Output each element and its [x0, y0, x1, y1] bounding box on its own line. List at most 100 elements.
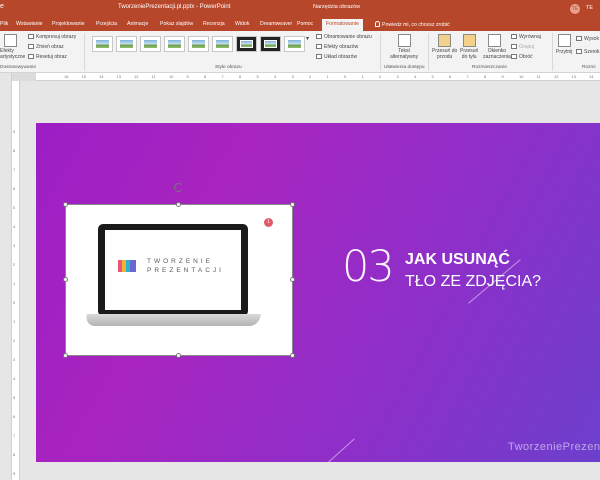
separator	[84, 33, 85, 71]
tab-insert[interactable]: Wstawianie	[16, 21, 43, 27]
slide-heading-line2[interactable]: TŁO ZE ZDJĘCIA?	[405, 274, 541, 290]
ruler-tick-label: 3	[396, 74, 399, 79]
tab-help[interactable]: Pomoc	[297, 21, 313, 27]
compress-pictures-button[interactable]: Kompresuj obrazy	[28, 34, 76, 40]
rotate-handle-icon[interactable]	[174, 183, 183, 192]
artistic-effects-button[interactable]: Efekty artystyczne	[0, 48, 25, 60]
align-button[interactable]: Wyrównaj	[511, 34, 541, 40]
bring-forward-button[interactable]: Przesuń do przodu	[432, 48, 457, 60]
user-avatar[interactable]: TE	[570, 4, 580, 14]
send-backward-button[interactable]: Przesuń do tyłu	[460, 48, 478, 60]
ruler-tick-label: 2	[379, 74, 382, 79]
picture-border-button[interactable]: Obramowanie obrazu	[316, 34, 372, 40]
artistic-effects-icon	[4, 34, 17, 47]
align-label: Wyrównaj	[519, 34, 541, 40]
selection-pane-button[interactable]: Okienko zaznaczenia	[483, 48, 511, 60]
height-field[interactable]: Wysok	[576, 36, 599, 42]
ruler-tick-label: 4	[13, 376, 16, 381]
resize-handle-ne[interactable]	[290, 202, 295, 207]
width-field[interactable]: Szerok	[576, 49, 600, 55]
tab-review[interactable]: Recenzja	[203, 21, 225, 27]
group-button[interactable]: Grupuj	[511, 44, 534, 50]
ruler-tick-label: 7	[466, 74, 469, 79]
ruler-margin	[12, 73, 36, 81]
resize-handle-s[interactable]	[176, 353, 181, 358]
ruler-tick-label: 9	[13, 129, 16, 134]
crop-button[interactable]: Przytnij	[556, 49, 572, 55]
reset-picture-button[interactable]: Resetuj obraz	[28, 54, 67, 60]
tab-view[interactable]: Widok	[235, 21, 249, 27]
ruler-tick-label: 3	[291, 74, 294, 79]
style-preview	[120, 40, 133, 48]
resize-handle-se[interactable]	[290, 353, 295, 358]
ruler-tick-label: 4	[274, 74, 277, 79]
resize-handle-e[interactable]	[290, 277, 295, 282]
tab-transitions[interactable]: Przejścia	[96, 21, 117, 27]
picture-border-icon	[316, 34, 322, 39]
tab-format[interactable]: Formatowanie	[322, 19, 363, 31]
send-backward-icon	[463, 34, 476, 47]
tab-design[interactable]: Projektowanie	[52, 21, 85, 27]
section-number[interactable]: 03	[342, 246, 395, 289]
quick-access-icon[interactable]: e	[0, 3, 4, 10]
brand-watermark: TworzeniePrezen	[508, 441, 600, 453]
tab-animations[interactable]: Animacje	[127, 21, 148, 27]
laptop-base	[85, 314, 261, 326]
resize-handle-nw[interactable]	[63, 202, 68, 207]
separator	[380, 33, 381, 71]
ruler-tick-label: 16	[64, 74, 69, 79]
picture-style-6[interactable]	[212, 36, 233, 52]
ruler-tick-label: 14	[589, 74, 594, 79]
rotate-button[interactable]: Obróć	[511, 54, 533, 60]
picture-style-2[interactable]	[116, 36, 137, 52]
ruler-tick-label: 5	[13, 395, 16, 400]
title-bar: e TworzeniePrezentacji.pl.pptx - PowerPo…	[0, 0, 600, 19]
picture-effects-icon	[316, 44, 322, 49]
picture-style-1[interactable]	[92, 36, 113, 52]
bring-forward-icon	[438, 34, 451, 47]
picture-style-3[interactable]	[140, 36, 161, 52]
ruler-tick-label: 11	[536, 74, 541, 79]
slide-thumbnail-pane[interactable]	[0, 73, 12, 480]
slide-heading-line1[interactable]: JAK USUNĄĆ	[405, 252, 510, 268]
canvas-bottom-area	[20, 462, 600, 480]
alt-text-icon	[398, 34, 411, 47]
ruler-tick-label: 10	[519, 74, 524, 79]
separator	[428, 33, 429, 71]
gallery-scroll-icon[interactable]: ▾	[306, 35, 309, 42]
context-tool-group: Narzędzia obrazów	[313, 4, 361, 10]
picture-layout-icon	[316, 54, 322, 59]
ruler-tick-label: 13	[571, 74, 576, 79]
account-name: TE	[586, 5, 594, 11]
picture-style-9[interactable]	[284, 36, 305, 52]
ruler-tick-label: 10	[169, 74, 174, 79]
ruler-tick-label: 7	[13, 167, 16, 172]
resize-handle-n[interactable]	[176, 202, 181, 207]
ruler-tick-label: 8	[13, 148, 16, 153]
picture-style-7[interactable]	[236, 36, 257, 52]
resize-handle-w[interactable]	[63, 277, 68, 282]
picture-effects-button[interactable]: Efekty obrazów	[316, 44, 358, 50]
tab-dreamweaver[interactable]: Dreamweaver	[260, 21, 292, 27]
tab-file[interactable]: Plik	[0, 21, 8, 27]
ruler-tick-label: 6	[13, 186, 16, 191]
compress-icon	[28, 34, 34, 39]
picture-style-8[interactable]	[260, 36, 281, 52]
picture-style-4[interactable]	[164, 36, 185, 52]
ribbon-tabs: Plik Wstawianie Projektowanie Przejścia …	[0, 19, 600, 31]
tab-slideshow[interactable]: Pokaz slajdów	[160, 21, 193, 27]
picture-border-label: Obramowanie obrazu	[324, 34, 372, 40]
arrange-group-label: Rozmieszczanie	[472, 65, 507, 70]
change-picture-button[interactable]: Zmień obraz	[28, 44, 64, 50]
reset-picture-label: Resetuj obraz	[36, 54, 67, 60]
ruler-tick-label: 8	[204, 74, 207, 79]
tell-me-search[interactable]: Powiedz mi, co chcesz zrobić	[375, 21, 450, 28]
logo-text-line1: TWORZENIE	[147, 258, 213, 265]
ruler-tick-label: 7	[13, 433, 16, 438]
align-icon	[511, 34, 517, 39]
alt-text-button[interactable]: Tekst alternatywny	[390, 48, 418, 60]
ruler-tick-label: 13	[116, 74, 121, 79]
resize-handle-sw[interactable]	[63, 353, 68, 358]
picture-style-5[interactable]	[188, 36, 209, 52]
picture-layout-button[interactable]: Układ obrazów	[316, 54, 357, 60]
